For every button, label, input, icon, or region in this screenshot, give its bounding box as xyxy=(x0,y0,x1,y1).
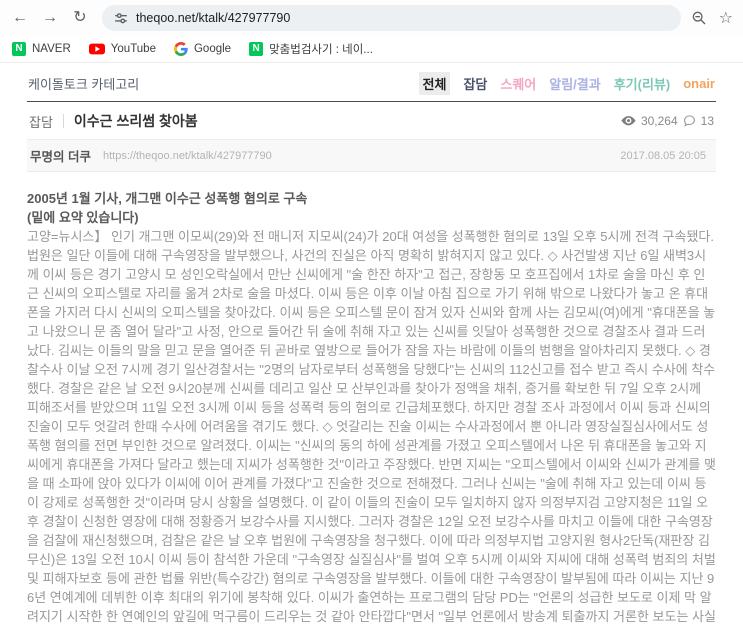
bookmark-youtube[interactable]: YouTube xyxy=(88,43,156,55)
forward-icon[interactable]: → xyxy=(38,6,62,30)
tab-review[interactable]: 후기(리뷰) xyxy=(614,74,671,93)
post-author-row: 무명의 더쿠 https://theqoo.net/ktalk/42797779… xyxy=(27,140,716,172)
board-category-header: 케이돌토크 카테고리 전체 잡담 스퀘어 알림/결과 후기(리뷰) onair xyxy=(27,67,716,102)
comments-count: 13 xyxy=(700,114,714,128)
post-heading-line2: (밑에 요약 있습니다) xyxy=(27,210,139,225)
bookmark-label: NAVER xyxy=(32,43,71,55)
bookmark-label: Google xyxy=(193,43,232,55)
naver-icon: N xyxy=(249,42,264,56)
post-datetime: 2017.08.05 20:05 xyxy=(620,149,706,162)
back-icon[interactable]: ← xyxy=(8,6,32,30)
tab-onair[interactable]: onair xyxy=(683,76,715,91)
article-text: 고양=뉴시스】 인기 개그맨 이모씨(29)와 전 매니저 지모씨(24)가 2… xyxy=(27,229,716,624)
post-body: 2005년 1월 기사, 개그맨 이수근 성폭행 혐의로 구속 (밑에 요약 있… xyxy=(27,172,716,626)
google-icon xyxy=(173,42,188,56)
tab-chat[interactable]: 잡담 xyxy=(463,74,487,93)
post-title-row: 잡담 이수근 쓰리썸 찾아봄 30,264 13 xyxy=(27,102,716,140)
bookmark-star-icon[interactable]: ☆ xyxy=(719,8,733,28)
bookmark-label: YouTube xyxy=(110,43,156,55)
zoom-out-icon[interactable] xyxy=(691,10,707,26)
post-title: 이수근 쓰리썸 찾아봄 xyxy=(73,113,198,129)
views-eye-icon xyxy=(621,116,636,126)
page-content: 케이돌토크 카테고리 전체 잡담 스퀘어 알림/결과 후기(리뷰) onair … xyxy=(0,63,743,626)
browser-toolbar: ← → ↻ theqoo.net/ktalk/427977790 ☆ xyxy=(0,0,743,36)
views-count: 30,264 xyxy=(640,114,678,128)
naver-icon: N xyxy=(12,42,26,56)
reload-icon[interactable]: ↻ xyxy=(68,6,92,30)
divider xyxy=(62,114,64,128)
post-heading-line1: 2005년 1월 기사, 개그맨 이수근 성폭행 혐의로 구속 xyxy=(27,191,308,206)
bookmark-naver[interactable]: N NAVER xyxy=(12,42,71,56)
post-category-label: 잡담 xyxy=(29,114,53,130)
bookmark-label: 맞춤법검사기 : 네이... xyxy=(269,44,373,56)
url-text: theqoo.net/ktalk/427977790 xyxy=(136,11,291,25)
permalink-url[interactable]: https://theqoo.net/ktalk/427977790 xyxy=(103,150,272,162)
board-category-title: 케이돌토크 카테고리 xyxy=(28,77,140,92)
url-bar[interactable]: theqoo.net/ktalk/427977790 xyxy=(102,5,681,31)
bookmark-spellcheck[interactable]: N 맞춤법검사기 : 네이... xyxy=(249,41,373,57)
board-tabs: 전체 잡담 스퀘어 알림/결과 후기(리뷰) onair xyxy=(418,72,715,95)
author-name: 무명의 더쿠 xyxy=(30,150,91,164)
tab-notice-results[interactable]: 알림/결과 xyxy=(549,74,600,93)
browser-window: ← → ↻ theqoo.net/ktalk/427977790 ☆ N NAV… xyxy=(0,0,743,626)
tab-all[interactable]: 전체 xyxy=(418,72,451,95)
bookmarks-bar: N NAVER YouTube Google N 맞춤법검사기 : 네이... xyxy=(0,36,743,63)
youtube-icon xyxy=(88,43,105,55)
tab-square[interactable]: 스퀘어 xyxy=(500,74,536,93)
bookmark-google[interactable]: Google xyxy=(173,42,232,56)
site-info-icon[interactable] xyxy=(114,11,128,25)
comments-icon xyxy=(683,115,695,127)
